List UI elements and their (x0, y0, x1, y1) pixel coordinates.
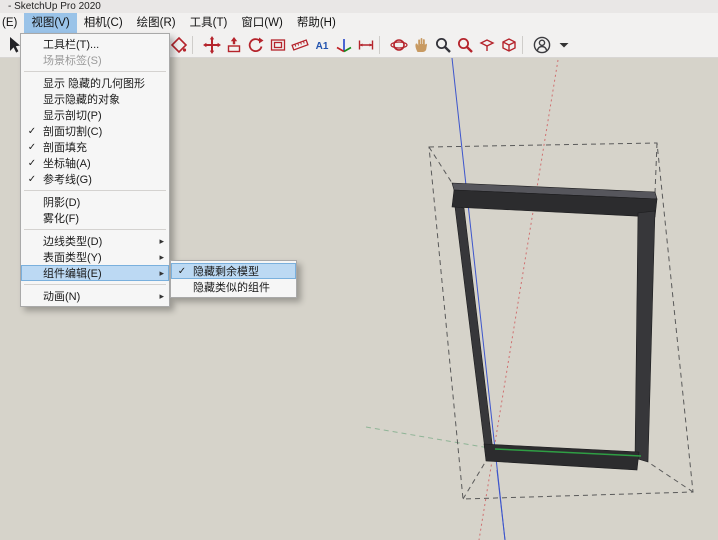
offset-icon (270, 39, 286, 51)
submenu-arrow-icon: ▸ (159, 267, 164, 278)
menu-item-section-fill[interactable]: ✓ 剖面填充 (21, 139, 169, 155)
title-bar: - SketchUp Pro 2020 (0, 0, 718, 13)
toolbar-options-caret[interactable] (553, 34, 575, 56)
menu-separator (21, 226, 169, 233)
submenu-item-hide-similar-components[interactable]: 隐藏类似的组件 (171, 279, 296, 295)
styles-tool-button[interactable] (498, 34, 520, 56)
push-pull-icon (227, 37, 241, 53)
menu-item-toolbars[interactable]: 工具栏(T)... (21, 36, 169, 52)
menu-item-label: 组件编辑(E) (43, 268, 102, 280)
menu-separator (21, 187, 169, 194)
menu-item-guides[interactable]: ✓ 参考线(G) (21, 171, 169, 187)
submenu-arrow-icon: ▸ (159, 290, 164, 301)
menu-item-label: 剖面切割(C) (43, 126, 103, 138)
menu-item-shadows[interactable]: 阴影(D) (21, 194, 169, 210)
menu-item-fog[interactable]: 雾化(F) (21, 210, 169, 226)
menu-item-label: 显示 隐藏的几何图形 (43, 78, 146, 90)
check-icon: ✓ (177, 265, 187, 277)
dimension-icon (358, 40, 374, 50)
orbit-tool-button[interactable] (388, 34, 410, 56)
check-icon: ✓ (27, 173, 37, 185)
toolbar-separator (192, 36, 199, 54)
section-plane-icon (479, 39, 495, 51)
person-icon (533, 36, 551, 54)
section-plane-tool-button[interactable] (476, 34, 498, 56)
menu-item-section-planes[interactable]: 显示剖切(P) (21, 107, 169, 123)
menubar-item-view[interactable]: 视图(V) (24, 13, 77, 33)
menubar-item-camera[interactable]: 相机(C) (77, 13, 130, 33)
account-button[interactable] (531, 34, 553, 56)
zoom-extents-tool-button[interactable] (454, 34, 476, 56)
menu-separator (21, 281, 169, 288)
text-a1-icon: A1 (316, 41, 329, 52)
toolbar-separator (379, 36, 386, 54)
hand-icon (415, 37, 427, 52)
menu-item-label: 坐标轴(A) (43, 158, 91, 170)
menu-item-label: 雾化(F) (43, 213, 80, 225)
menubar-item-tools[interactable]: 工具(T) (183, 13, 235, 33)
menu-item-animation[interactable]: 动画(N) ▸ (21, 288, 169, 304)
submenu-arrow-icon: ▸ (159, 251, 164, 262)
toolbar-separator (522, 36, 529, 54)
move-tool-button[interactable] (201, 34, 223, 56)
submenu-item-hide-rest-of-model[interactable]: ✓ 隐藏剩余模型 (171, 263, 296, 279)
caret-down-icon (559, 43, 569, 48)
menu-item-hidden-geometry[interactable]: 显示 隐藏的几何图形 (21, 75, 169, 91)
styles-box-icon (502, 38, 516, 52)
submenu-arrow-icon: ▸ (159, 235, 164, 246)
zoom-tool-button[interactable] (432, 34, 454, 56)
menubar-item-draw[interactable]: 绘图(R) (130, 13, 183, 33)
menu-item-label: 边线类型(D) (43, 236, 103, 248)
axes-icon (336, 39, 352, 53)
window-title: - SketchUp Pro 2020 (8, 1, 101, 12)
menu-item-section-cuts[interactable]: ✓ 剖面切割(C) (21, 123, 169, 139)
axes-tool-button[interactable] (333, 34, 355, 56)
orbit-icon (390, 39, 408, 51)
text-tool-button[interactable]: A1 (311, 34, 333, 56)
view-menu: 工具栏(T)... 场景标签(S) 显示 隐藏的几何图形 显示隐藏的对象 显示剖… (20, 33, 170, 307)
menu-item-scene-tabs: 场景标签(S) (21, 52, 169, 68)
menu-item-hidden-objects[interactable]: 显示隐藏的对象 (21, 91, 169, 107)
component-edit-submenu: ✓ 隐藏剩余模型 隐藏类似的组件 (170, 260, 297, 298)
offset-tool-button[interactable] (267, 34, 289, 56)
menu-item-edge-style[interactable]: 边线类型(D) ▸ (21, 233, 169, 249)
menubar-item-help[interactable]: 帮助(H) (290, 13, 343, 33)
move-cross-icon (203, 36, 221, 54)
paint-bucket-icon (170, 36, 188, 54)
menu-item-label: 动画(N) (43, 291, 81, 303)
pan-tool-button[interactable] (410, 34, 432, 56)
check-icon: ✓ (27, 157, 37, 169)
rotate-tool-button[interactable] (245, 34, 267, 56)
menu-item-label: 阴影(D) (43, 197, 81, 209)
menu-item-axes[interactable]: ✓ 坐标轴(A) (21, 155, 169, 171)
menu-separator (21, 68, 169, 75)
svg-text:A1: A1 (316, 41, 329, 52)
tape-measure-tool-button[interactable] (289, 34, 311, 56)
menubar-item-edit[interactable]: (E) (0, 13, 24, 33)
check-icon: ✓ (27, 141, 37, 153)
sketchup-window: - SketchUp Pro 2020 (E) 视图(V) 相机(C) 绘图(R… (0, 0, 718, 540)
ruler-icon (291, 39, 309, 51)
menu-item-label: 参考线(G) (43, 174, 92, 186)
menu-item-face-style[interactable]: 表面类型(Y) ▸ (21, 249, 169, 265)
push-pull-tool-button[interactable] (223, 34, 245, 56)
menu-item-label: 隐藏类似的组件 (193, 282, 270, 294)
menu-item-component-edit[interactable]: 组件编辑(E) ▸ (21, 265, 169, 281)
rotate-icon (248, 37, 264, 53)
menu-item-label: 隐藏剩余模型 (193, 266, 259, 278)
magnifier-icon (436, 38, 451, 53)
menu-item-label: 表面类型(Y) (43, 252, 102, 264)
menu-item-label: 剖面填充 (43, 142, 87, 154)
menu-bar: (E) 视图(V) 相机(C) 绘图(R) 工具(T) 窗口(W) 帮助(H) (0, 13, 718, 33)
menubar-item-window[interactable]: 窗口(W) (234, 13, 290, 33)
menu-item-label: 工具栏(T)... (43, 39, 100, 51)
menu-item-label: 场景标签(S) (43, 55, 102, 67)
dimension-tool-button[interactable] (355, 34, 377, 56)
menu-item-label: 显示剖切(P) (43, 110, 102, 122)
menu-item-label: 显示隐藏的对象 (43, 94, 120, 106)
zoom-extents-icon (458, 38, 473, 53)
check-icon: ✓ (27, 125, 37, 137)
paint-bucket-tool-button[interactable] (168, 34, 190, 56)
